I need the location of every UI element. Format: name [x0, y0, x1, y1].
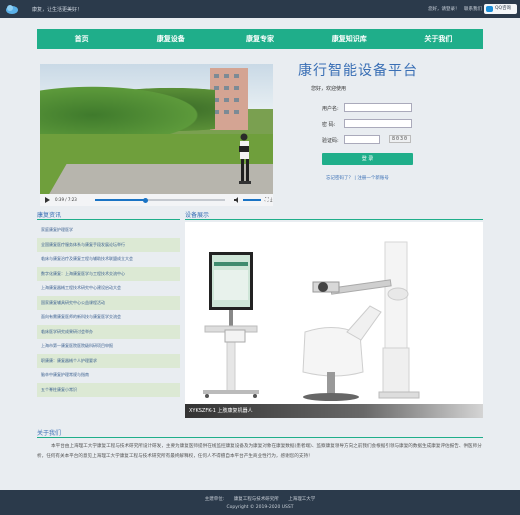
- footer: 主建单位: 康复工程与技术研究所 上海理工大学 Copyright © 2019…: [0, 490, 520, 515]
- captcha-row: 验证码:: [322, 135, 380, 144]
- video-progress-bar[interactable]: [95, 197, 225, 203]
- news-item[interactable]: 数字化康复：上海康复医学与工程技术交流中心: [37, 266, 180, 281]
- nav-about[interactable]: 关于我们: [394, 29, 483, 49]
- topbar-links: 您好，请登录！ 联系我们: [425, 6, 482, 12]
- main-nav: 首页 康复设备 康复专家 康复知识库 关于我们: [37, 29, 483, 49]
- top-bar: 康复，让生活更美好！ 您好，请登录！ 联系我们 QQ咨询: [0, 0, 520, 18]
- captcha-input[interactable]: [344, 135, 380, 144]
- fullscreen-icon[interactable]: ⛶ ⤓: [265, 197, 272, 203]
- password-input[interactable]: [344, 119, 412, 128]
- device-title: 设备展示: [185, 212, 210, 219]
- nav-home[interactable]: 首页: [37, 29, 126, 49]
- play-icon[interactable]: [45, 197, 50, 203]
- login-link[interactable]: 您好，请登录！: [428, 7, 460, 12]
- video-time: 0:39 / 7:23: [55, 197, 77, 202]
- video-building: [210, 68, 248, 130]
- device-divider: [185, 219, 483, 220]
- news-item[interactable]: 全国康复医疗服务体系与康复手段发展论坛举行: [37, 237, 180, 252]
- video-player[interactable]: 0:39 / 7:23 ⛶ ⤓: [40, 64, 273, 206]
- footer-label: 主建单位:: [204, 497, 225, 502]
- captcha-image[interactable]: 8030: [389, 135, 411, 143]
- video-trees: [40, 82, 215, 137]
- password-row: 密 码:: [322, 119, 412, 128]
- device-caption: XYKSZFK-1 上肢康复机器人: [185, 404, 483, 418]
- video-person: [239, 133, 251, 184]
- news-item[interactable]: 临床与康复治疗及康复工程与辅助技术联盟成立大会: [37, 252, 180, 267]
- footer-university: 上海理工大学: [288, 497, 316, 502]
- volume-icon[interactable]: [234, 197, 240, 203]
- news-item[interactable]: 脑卒中康复护理常规与指南: [37, 368, 180, 383]
- news-item[interactable]: 上海康复器械工程技术研究中心建设启动大会: [37, 281, 180, 296]
- username-input[interactable]: [344, 103, 412, 112]
- news-item[interactable]: 面向有需康复医师的新科技与康复医学交流会: [37, 310, 180, 325]
- nav-knowledge[interactable]: 康复知识库: [305, 29, 394, 49]
- news-item[interactable]: 职康康：康复器械个人护理要求: [37, 353, 180, 368]
- qq-icon: [486, 6, 493, 12]
- about-title: 关于我们: [37, 430, 62, 437]
- news-item[interactable]: 国家康复辅具研究中心公益课程活动: [37, 295, 180, 310]
- contact-link[interactable]: 联系我们: [464, 7, 482, 12]
- qq-consult-button[interactable]: QQ咨询: [484, 4, 517, 14]
- footer-info: 主建单位: 康复工程与技术研究所 上海理工大学: [0, 496, 520, 502]
- news-list: 家庭康复护理医学 全国康复医疗服务体系与康复手段发展论坛举行 临床与康复治疗及康…: [37, 223, 180, 397]
- news-item[interactable]: 临床医学研究成果研讨会举办: [37, 324, 180, 339]
- footer-copyright: Copyright © 2019-2020 USST: [226, 505, 294, 510]
- username-row: 用户名:: [322, 103, 412, 112]
- footer-institute: 康复工程与技术研究所: [233, 497, 279, 502]
- device-showcase[interactable]: XYKSZFK-1 上肢康复机器人: [185, 222, 483, 418]
- login-links[interactable]: 忘记密码了？ | 注册一个新账号: [326, 175, 389, 181]
- about-text: 本平台由上海理工大学康复工程与技术研究所设计研发，主要为康复医师提供在线监控康复…: [37, 444, 482, 459]
- platform-title: 康行智能设备平台: [298, 63, 418, 79]
- password-label: 密 码:: [322, 122, 336, 128]
- video-controls: 0:39 / 7:23 ⛶ ⤓: [40, 194, 273, 206]
- news-item[interactable]: 五个脊柱康复小常识: [37, 382, 180, 397]
- volume-slider[interactable]: [243, 199, 261, 201]
- device-robot-image: [203, 241, 420, 401]
- news-item[interactable]: 上海市第一康复医院医院级科研项目申报: [37, 339, 180, 354]
- cloud-logo-icon: [6, 5, 18, 14]
- news-item[interactable]: 家庭康复护理医学: [37, 223, 180, 238]
- captcha-label: 验证码:: [322, 138, 339, 144]
- nav-devices[interactable]: 康复设备: [126, 29, 215, 49]
- qq-label: QQ咨询: [495, 6, 512, 11]
- nav-experts[interactable]: 康复专家: [215, 29, 304, 49]
- username-label: 用户名:: [322, 106, 339, 112]
- about-divider: [37, 437, 483, 438]
- news-divider: [37, 219, 180, 220]
- progress-handle[interactable]: [143, 197, 148, 203]
- login-greeting: 您好，欢迎使用: [311, 86, 347, 92]
- welcome-text: 康复，让生活更美好！: [32, 7, 83, 13]
- news-title: 康复资讯: [37, 212, 62, 219]
- login-button[interactable]: 登 录: [322, 153, 413, 165]
